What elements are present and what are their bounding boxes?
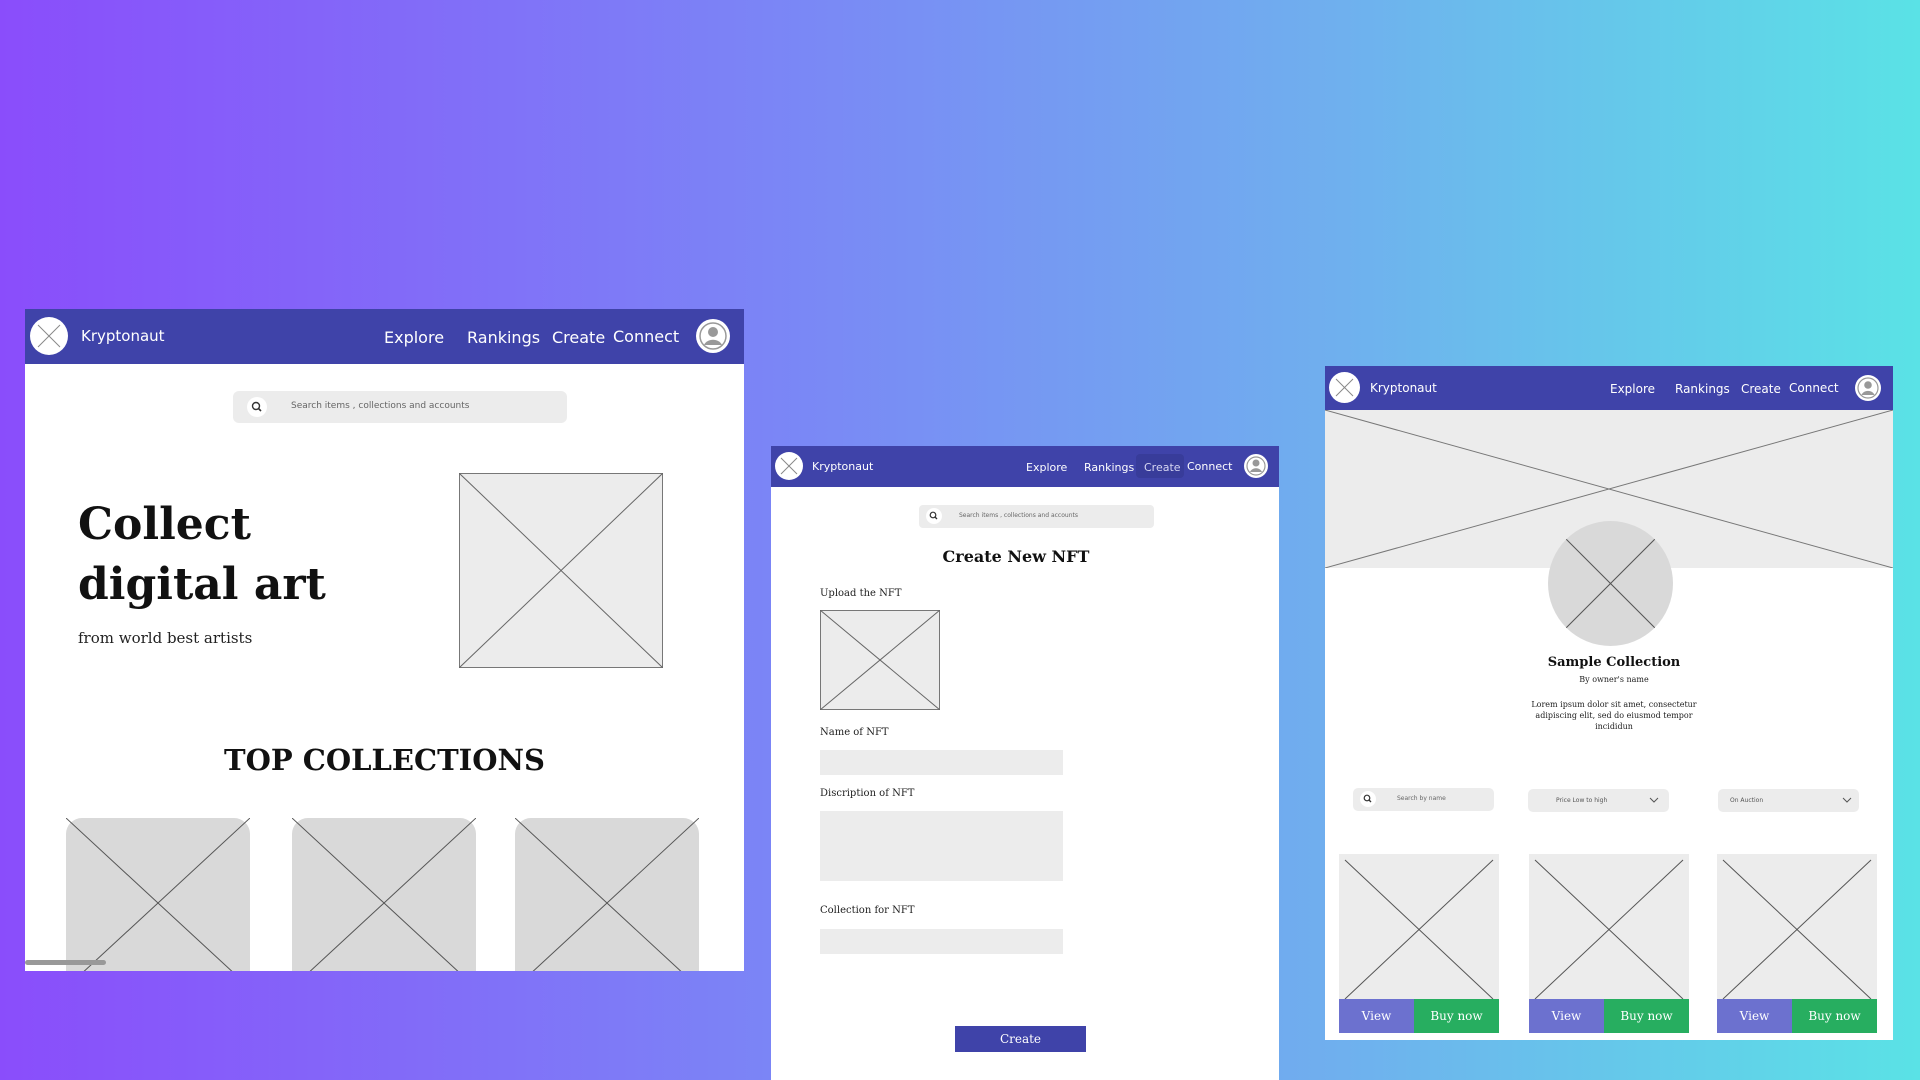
collection-owner[interactable]: By owner's name — [1325, 675, 1893, 684]
status-select-value: On Auction — [1730, 797, 1764, 804]
brand-name[interactable]: Kryptonaut — [81, 327, 165, 345]
nav-rankings[interactable]: Rankings — [1675, 382, 1730, 396]
hero-title-line1: Collect — [78, 499, 251, 550]
collection-screen: Kryptonaut Explore Rankings Create Conne… — [1325, 366, 1893, 1040]
view-button[interactable]: View — [1717, 999, 1792, 1033]
collection-name: Sample Collection — [1547, 655, 1681, 670]
view-button[interactable]: View — [1529, 999, 1604, 1033]
buy-now-button[interactable]: Buy now — [1792, 999, 1877, 1033]
page-title: Create New NFT — [942, 547, 1090, 566]
nav-create[interactable]: Create — [1741, 382, 1781, 396]
search-placeholder: Search items , collections and accounts — [291, 401, 470, 411]
navbar: Kryptonaut Explore Rankings Create Conne… — [771, 446, 1279, 487]
navbar: Kryptonaut Explore Rankings Create Conne… — [1325, 366, 1893, 410]
sort-select[interactable]: Price Low to high — [1528, 789, 1669, 812]
search-icon — [1360, 791, 1376, 807]
logo-icon[interactable] — [1329, 372, 1360, 403]
nav-explore[interactable]: Explore — [1026, 461, 1067, 474]
description-label: Discription of NFT — [820, 788, 915, 799]
chevron-down-icon — [1648, 794, 1660, 806]
search-placeholder: Search by name — [1397, 795, 1446, 802]
search-input[interactable]: Search items , collections and accounts — [233, 391, 567, 423]
buy-now-button[interactable]: Buy now — [1604, 999, 1689, 1033]
view-button[interactable]: View — [1339, 999, 1414, 1033]
nft-card: View Buy now — [1717, 854, 1877, 1033]
upload-dropzone[interactable] — [820, 610, 940, 710]
name-label: Name of NFT — [820, 727, 889, 738]
hero-subtitle: from world best artists — [78, 629, 253, 647]
search-placeholder: Search items , collections and accounts — [959, 512, 1078, 519]
collection-card[interactable] — [292, 818, 476, 971]
nft-card: View Buy now — [1339, 854, 1499, 1033]
search-input[interactable]: Search items , collections and accounts — [919, 505, 1154, 528]
search-by-name-input[interactable]: Search by name — [1353, 788, 1494, 811]
logo-icon[interactable] — [30, 317, 68, 355]
hero-image-placeholder — [459, 473, 663, 668]
nav-explore[interactable]: Explore — [1610, 382, 1655, 396]
nft-image-placeholder[interactable] — [1529, 854, 1689, 999]
section-title: TOP COLLECTIONS — [224, 743, 545, 777]
collection-description: Lorem ipsum dolor sit amet, consectetur … — [1531, 700, 1697, 731]
navbar: Kryptonaut Explore Rankings Create Conne… — [25, 309, 744, 364]
home-screen: Kryptonaut Explore Rankings Create Conne… — [25, 309, 744, 971]
nav-connect[interactable]: Connect — [1187, 460, 1232, 473]
nft-card: View Buy now — [1529, 854, 1689, 1033]
collection-label: Collection for NFT — [820, 905, 915, 916]
hero-title-line2: digital art — [78, 559, 326, 610]
collection-avatar-placeholder — [1548, 521, 1673, 646]
collection-field[interactable] — [820, 929, 1063, 954]
nft-image-placeholder[interactable] — [1339, 854, 1499, 999]
chevron-down-icon — [1841, 794, 1853, 806]
name-field[interactable] — [820, 750, 1063, 775]
collection-card[interactable] — [66, 818, 250, 971]
logo-icon[interactable] — [775, 452, 803, 480]
nav-create[interactable]: Create — [1144, 461, 1181, 474]
create-button[interactable]: Create — [955, 1026, 1086, 1052]
nav-connect[interactable]: Connect — [613, 327, 679, 346]
upload-label: Upload the NFT — [820, 588, 902, 599]
create-nft-screen: Kryptonaut Explore Rankings Create Conne… — [771, 446, 1279, 1080]
search-icon — [247, 397, 267, 417]
nav-connect[interactable]: Connect — [1789, 381, 1839, 395]
avatar-icon[interactable] — [696, 319, 730, 353]
nav-rankings[interactable]: Rankings — [1084, 461, 1134, 474]
brand-name[interactable]: Kryptonaut — [1370, 381, 1437, 395]
avatar-icon[interactable] — [1244, 454, 1268, 478]
nft-image-placeholder[interactable] — [1717, 854, 1877, 999]
brand-name[interactable]: Kryptonaut — [812, 460, 873, 473]
status-select[interactable]: On Auction — [1718, 789, 1859, 812]
search-icon — [926, 508, 942, 524]
description-field[interactable] — [820, 811, 1063, 881]
collection-card[interactable] — [515, 818, 699, 971]
nav-create[interactable]: Create — [552, 328, 605, 347]
horizontal-scrollbar[interactable] — [25, 960, 106, 965]
sort-select-value: Price Low to high — [1556, 797, 1608, 804]
nav-rankings[interactable]: Rankings — [467, 328, 540, 347]
nav-explore[interactable]: Explore — [384, 328, 444, 347]
buy-now-button[interactable]: Buy now — [1414, 999, 1499, 1033]
avatar-icon[interactable] — [1855, 375, 1881, 401]
